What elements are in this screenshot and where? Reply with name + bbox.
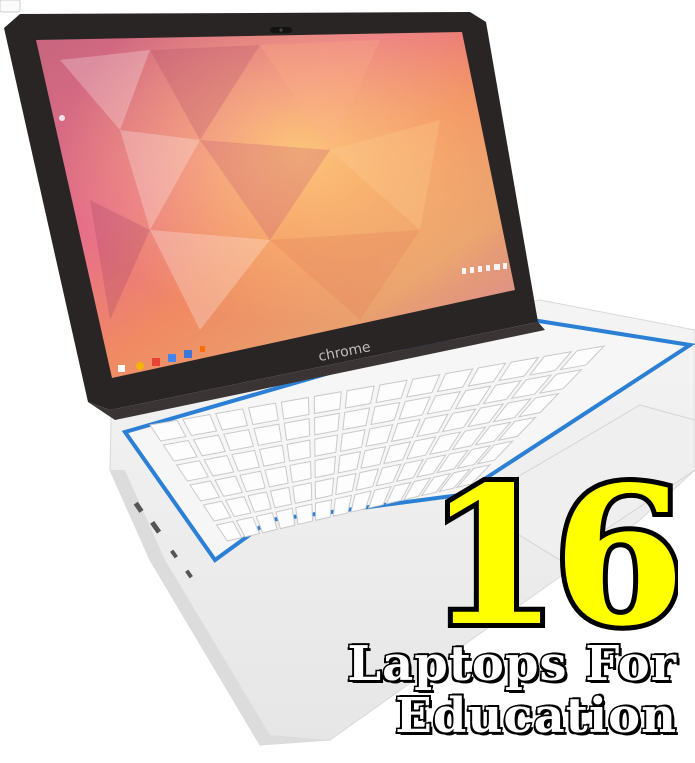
headline-line-2: Education — [394, 688, 678, 744]
keyboard-key — [269, 486, 293, 509]
keyboard-key — [286, 439, 311, 462]
keyboard-key — [314, 477, 335, 500]
keyboard-key — [314, 499, 333, 521]
keyboard-key — [314, 434, 338, 457]
keyboard-key — [258, 444, 286, 467]
headline: Laptops For Education — [207, 636, 678, 744]
ad-image: chrome 16 Laptops For Education — [0, 0, 695, 763]
keyboard-keys — [0, 0, 21, 13]
keyboard-key — [264, 465, 289, 488]
keyboard-key — [295, 503, 314, 526]
keyboard-key — [314, 455, 337, 479]
headline-line-1: Laptops For — [346, 636, 678, 692]
keyboard-key — [292, 482, 313, 505]
number-text: 16 — [428, 455, 678, 645]
big-number: 16 — [428, 455, 678, 645]
keyboard-key — [289, 460, 312, 483]
